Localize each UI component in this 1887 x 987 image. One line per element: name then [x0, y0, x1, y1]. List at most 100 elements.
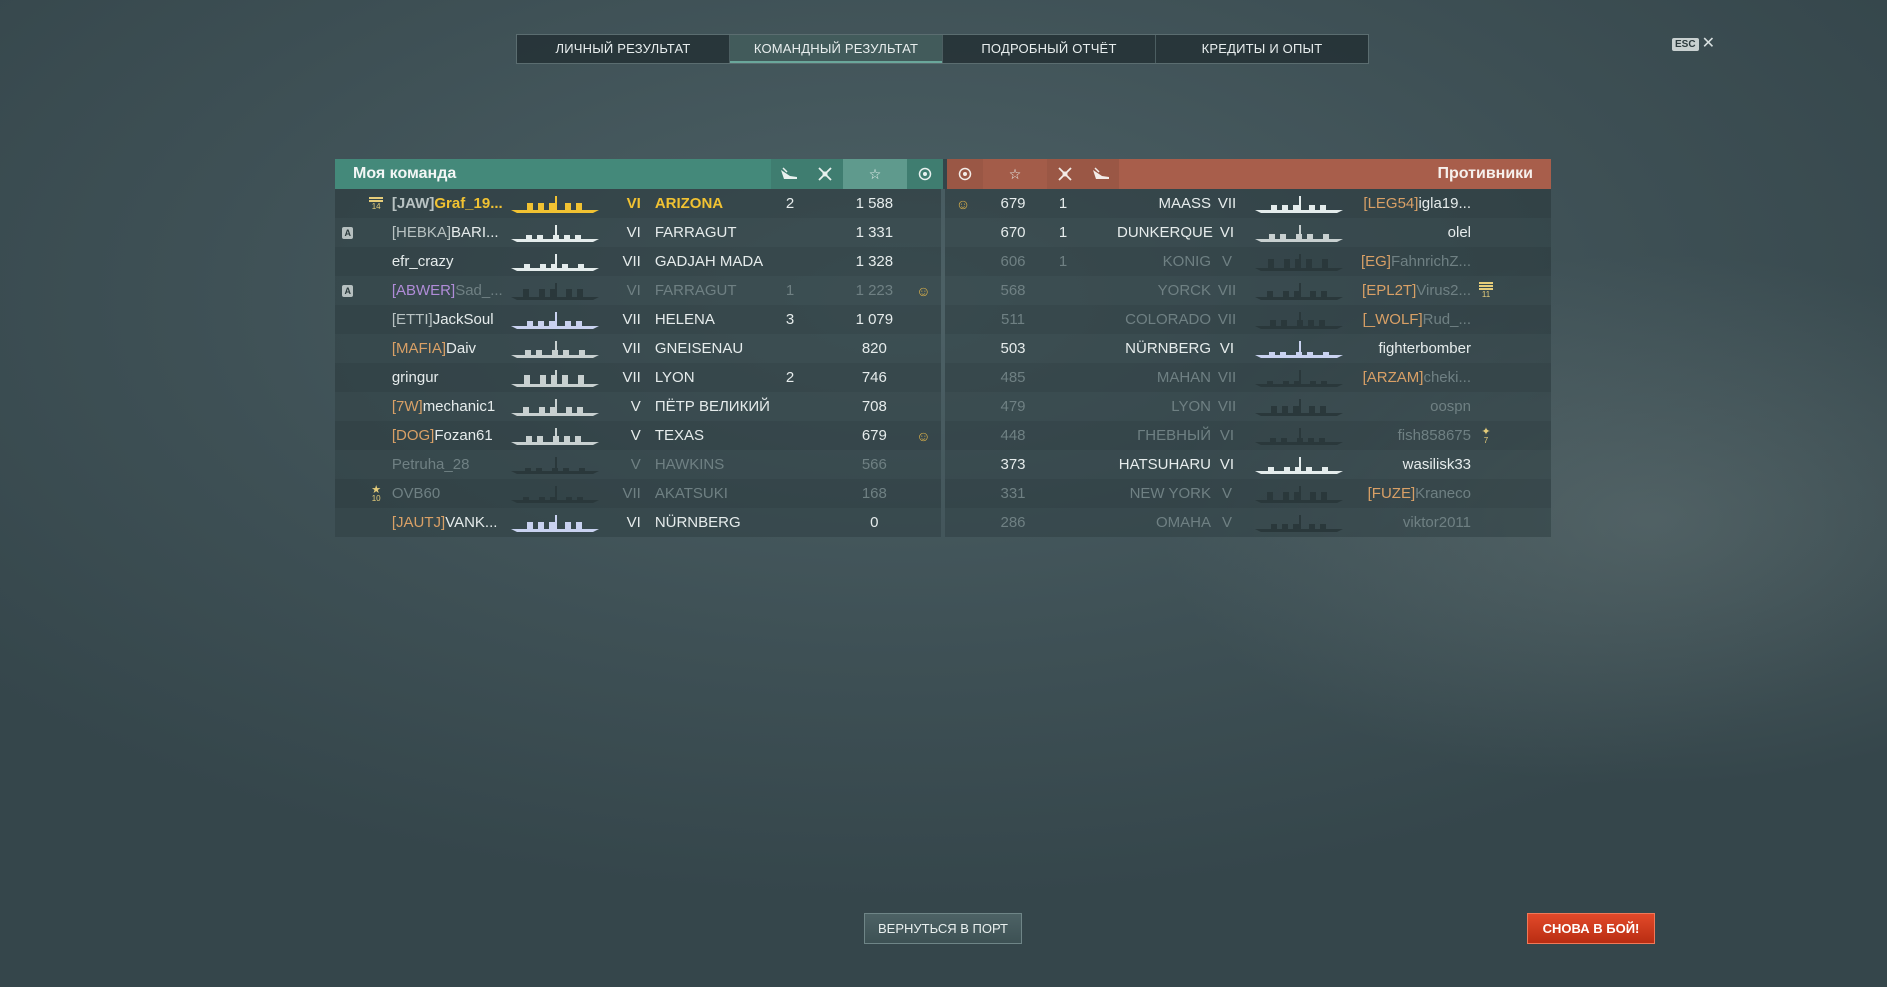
experience: 1 328	[855, 253, 894, 270]
scoreboard-header: Моя команда ☆ ☆ Противники	[335, 159, 1551, 189]
player-row[interactable]: gringur VII LYON 2 746	[335, 363, 941, 392]
ship-silhouette-icon	[1243, 339, 1355, 359]
clan-tag: [MAFIA]	[391, 340, 447, 357]
rank-cell: 14	[360, 196, 391, 211]
ship-silhouette-icon	[502, 281, 608, 301]
close-button[interactable]: ESC ✕	[1672, 36, 1715, 52]
ship-tier: VI	[1219, 340, 1235, 357]
player-row[interactable]: efr_crazy VII GADJAH MADA 1 328	[335, 247, 941, 276]
ship-name: GNEISENAU	[654, 340, 744, 357]
experience: 566	[861, 456, 887, 473]
player-name: JackSoul	[432, 311, 494, 328]
ship-name: DUNKERQUE	[1117, 224, 1213, 241]
enemy-planes-destroyed-column-icon	[1083, 159, 1119, 189]
return-to-port-button[interactable]: ВЕРНУТЬСЯ В ПОРТ	[864, 913, 1022, 944]
experience: 679	[861, 427, 887, 444]
ship-name: GADJAH MADA	[654, 253, 764, 270]
experience: 820	[861, 340, 887, 357]
player-name-cell: [HEBKA]BARI...	[392, 224, 502, 241]
player-row[interactable]: [MAFIA]Daiv VII GNEISENAU 820	[335, 334, 941, 363]
rank-level: 11	[1481, 290, 1491, 299]
player-name: FahnrichZ...	[1390, 253, 1471, 270]
player-row[interactable]: [JAUTJ]VANK... VI NÜRNBERG 0	[335, 508, 941, 537]
rank-stripes-icon: 11	[1479, 282, 1493, 299]
experience: 679	[1000, 195, 1026, 212]
player-row[interactable]: Petruha_28 V HAWKINS 566	[335, 450, 941, 479]
ship-name: ARIZONA	[654, 195, 724, 212]
enemy-player-row[interactable]: 503 NÜRNBERG VI fighterbomber	[945, 334, 1551, 363]
planes-destroyed: 1	[785, 282, 795, 299]
enemy-experience-column-icon: ☆	[983, 159, 1047, 189]
ship-name: FARRAGUT	[654, 282, 737, 299]
clan-tag: [JAUTJ]	[391, 514, 446, 531]
ship-silhouette-icon	[1243, 194, 1355, 214]
planes-destroyed: 2	[785, 369, 795, 386]
rank-cell: 11	[1471, 282, 1501, 299]
ship-name: ГНЕВНЫЙ	[1137, 427, 1211, 444]
ship-silhouette-icon	[1243, 513, 1355, 533]
player-row[interactable]: A [ABWER]Sad_... VI FARRAGUT 1 1 223 ☺	[335, 276, 941, 305]
rank-stripes-icon: 14	[369, 196, 384, 211]
player-name: gringur	[391, 369, 439, 386]
enemy-player-row[interactable]: 479 LYON VII oospn	[945, 392, 1551, 421]
enemy-player-row[interactable]: ☺ 679 1 MAASS VII [LEG54]igla19...	[945, 189, 1551, 218]
experience: 1 079	[855, 311, 894, 328]
ship-tier: VI	[626, 514, 641, 531]
enemy-player-row[interactable]: 511 COLORADO VII [_WOLF]Rud_...	[945, 305, 1551, 334]
ship-name: ПЁТР ВЕЛИКИЙ	[654, 398, 770, 415]
experience: 708	[861, 398, 887, 415]
rank-level: 10	[371, 493, 381, 503]
battle-again-button[interactable]: СНОВА В БОЙ!	[1527, 913, 1655, 944]
player-name-cell: [7W]mechanic1	[392, 398, 502, 415]
player-name: BARI...	[451, 224, 499, 241]
experience: 511	[1001, 311, 1025, 328]
player-row[interactable]: [ETTI]JackSoul VII HELENA 3 1 079	[335, 305, 941, 334]
enemy-player-row[interactable]: 606 1 KONIG V [EG]FahnrichZ...	[945, 247, 1551, 276]
ship-tier: VII	[1217, 282, 1237, 299]
enemy-player-row[interactable]: 286 OMAHA Vviktor2011	[945, 508, 1551, 537]
tab-team-result[interactable]: КОМАНДНЫЙ РЕЗУЛЬТАТ	[730, 35, 943, 63]
tab-personal-result[interactable]: ЛИЧНЫЙ РЕЗУЛЬТАТ	[517, 35, 730, 63]
my-team-header: Моя команда	[335, 159, 771, 189]
enemy-player-row[interactable]: 568 YORCK VII [EPL2T]Virus2... 11	[945, 276, 1551, 305]
tab-credits-experience[interactable]: КРЕДИТЫ И ОПЫТ	[1156, 35, 1368, 63]
enemy-player-row[interactable]: 373 HATSUHARU VI wasilisk33	[945, 450, 1551, 479]
rank-cell: ★ 10	[360, 484, 391, 503]
player-name-cell: [ARZAM]cheki...	[1355, 369, 1471, 386]
enemy-frags-column-icon	[1047, 159, 1083, 189]
ship-silhouette-icon	[502, 426, 608, 446]
player-name: Sad_...	[455, 282, 502, 299]
ship-silhouette-icon	[1243, 368, 1355, 388]
base-capture-cell: ☺	[906, 283, 941, 299]
player-name-cell: viktor2011	[1355, 514, 1471, 531]
enemy-player-row[interactable]: 331 NEW YORK V [FUZE]Kraneco	[945, 479, 1551, 508]
experience: 0	[870, 514, 879, 531]
ship-silhouette-icon	[502, 484, 608, 504]
player-row[interactable]: A [HEBKA]BARI... VI FARRAGUT 1 331	[335, 218, 941, 247]
tab-detailed-report[interactable]: ПОДРОБНЫЙ ОТЧЁТ	[943, 35, 1156, 63]
player-row[interactable]: 14 [JAW]Graf_19... VI ARIZONA 2 1 588	[335, 189, 941, 218]
ship-tier: VI	[626, 195, 641, 212]
player-row[interactable]: [DOG]Fozan61 V TEXAS 679 ☺	[335, 421, 941, 450]
team-scoreboard: Моя команда ☆ ☆ Противники 14 [JAW]Graf_1…	[335, 159, 1551, 537]
ship-tier: VII	[622, 253, 641, 270]
player-name-cell: [JAUTJ]VANK...	[392, 514, 502, 531]
player-name: Daiv	[446, 340, 477, 357]
ship-tier: VI	[626, 224, 641, 241]
ship-name: NÜRNBERG	[1125, 340, 1211, 357]
base-capture-icon: ☺	[916, 427, 931, 444]
player-row[interactable]: ★ 10 OVB60 VII AKATSUKI 168	[335, 479, 941, 508]
player-row[interactable]: [7W]mechanic1 V ПЁТР ВЕЛИКИЙ 708	[335, 392, 941, 421]
enemy-player-row[interactable]: 448 ГНЕВНЫЙ VI fish858675 ✦ 7	[945, 421, 1551, 450]
ship-tier: VII	[1217, 311, 1237, 328]
enemy-player-row[interactable]: 670 1 DUNKERQUE VI olel	[945, 218, 1551, 247]
planes-destroyed-column-icon	[771, 159, 807, 189]
clan-tag: [HEBKA]	[391, 224, 452, 241]
base-capture-cell: ☺	[906, 428, 941, 444]
ship-name: FARRAGUT	[654, 224, 737, 241]
my-team-list: 14 [JAW]Graf_19... VI ARIZONA 2 1 588 A [HEBKA]…	[335, 189, 941, 537]
ship-name: HELENA	[654, 311, 715, 328]
clan-tag: [DOG]	[391, 427, 435, 444]
enemy-player-row[interactable]: 485 MAHAN VII [ARZAM]cheki...	[945, 363, 1551, 392]
esc-key-label: ESC	[1672, 37, 1699, 51]
